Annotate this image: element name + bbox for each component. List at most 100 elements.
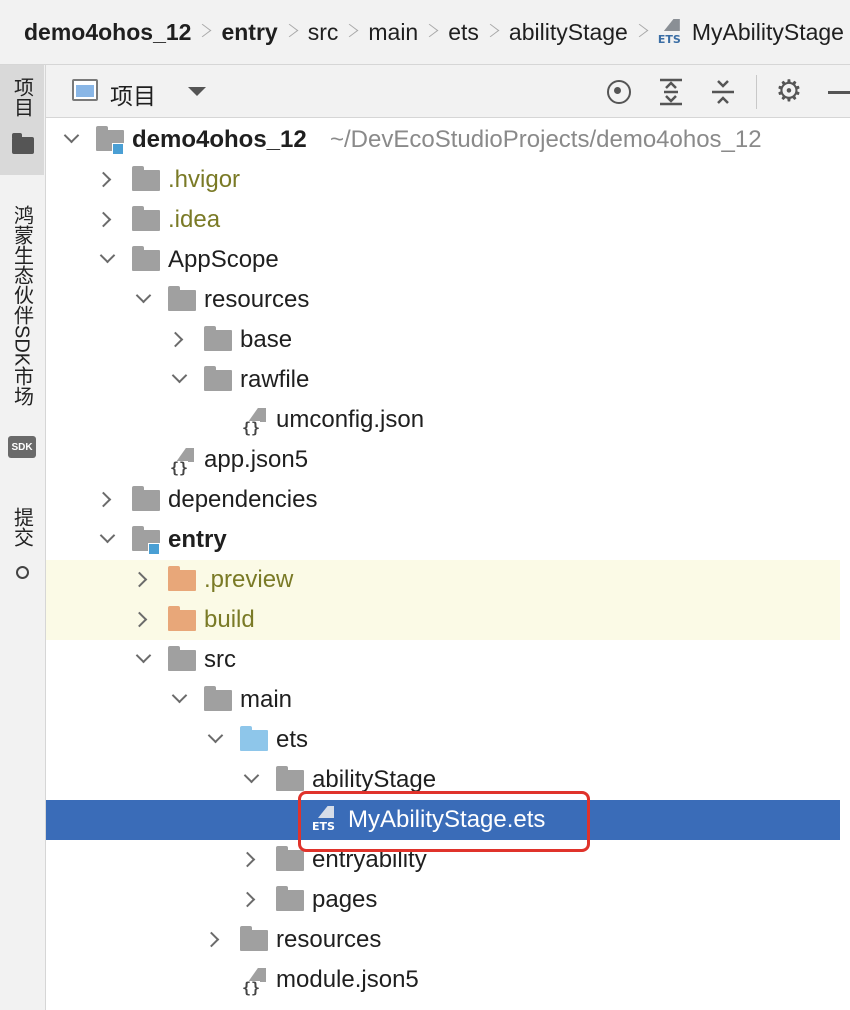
tree-item-label: abilityStage: [312, 766, 437, 793]
breadcrumb-item-main[interactable]: main: [368, 19, 448, 46]
tool-tab-project[interactable]: 项目: [0, 65, 44, 175]
project-panel-header: 项目 ⚙: [46, 65, 850, 118]
tree-item-appjson[interactable]: {} app.json5: [46, 440, 840, 480]
locate-icon[interactable]: [604, 77, 634, 107]
tree-item-label: app.json5: [204, 446, 309, 473]
chevron-right-icon[interactable]: [244, 853, 256, 865]
chevron-down-icon[interactable]: [66, 133, 78, 145]
folder-icon: [132, 166, 160, 191]
tree-item-label: module.json5: [276, 966, 419, 993]
tree-item-build[interactable]: build: [46, 600, 840, 640]
folder-icon: [132, 486, 160, 511]
tree-item-label: .hvigor: [168, 166, 241, 193]
tree-item-rawfile[interactable]: rawfile: [46, 360, 840, 400]
folder-icon: [168, 286, 196, 311]
chevron-right-icon[interactable]: [100, 493, 112, 505]
chevron-down-icon[interactable]: [102, 253, 114, 265]
tree-item-preview[interactable]: .preview: [46, 560, 840, 600]
tree-item-label: build: [204, 606, 255, 633]
toolbar-divider: [756, 75, 757, 109]
collapse-all-icon[interactable]: [708, 77, 738, 107]
tree-item-ets[interactable]: ets: [46, 720, 840, 760]
breadcrumb-label: ets: [448, 18, 479, 45]
breadcrumb-item-src[interactable]: src: [308, 19, 369, 46]
tool-tab-sdk-market[interactable]: 鸿蒙生态伙伴SDK市场: [0, 205, 44, 425]
chevron-down-icon[interactable]: [174, 373, 186, 385]
tree-item-label: dependencies: [168, 486, 318, 513]
breadcrumb-item-abilitystage[interactable]: abilityStage: [509, 19, 658, 46]
chevron-right-icon[interactable]: [136, 573, 148, 585]
tool-tab-label: 项目: [10, 77, 33, 117]
breadcrumb-label: main: [368, 18, 419, 45]
folder-icon: [276, 846, 304, 871]
gear-icon[interactable]: ⚙: [774, 77, 804, 107]
tree-item-label: main: [240, 686, 293, 713]
chevron-right-icon: [284, 20, 296, 44]
tree-item-label: resources: [204, 286, 310, 313]
tree-item-idea[interactable]: .idea: [46, 200, 840, 240]
chevron-down-icon[interactable]: [246, 773, 258, 785]
chevron-right-icon: [197, 20, 209, 44]
chevron-right-icon[interactable]: [208, 933, 220, 945]
chevron-down-icon[interactable]: [188, 87, 206, 96]
tree-item-resources[interactable]: resources: [46, 280, 840, 320]
tree-item-entry[interactable]: entry: [46, 520, 840, 560]
breadcrumb-label: abilityStage: [508, 18, 628, 45]
tree-item-label: demo4ohos_12: [132, 126, 307, 153]
tree-item-pages[interactable]: pages: [46, 880, 840, 920]
chevron-right-icon[interactable]: [136, 613, 148, 625]
folder-icon: [204, 686, 232, 711]
breadcrumb-item-project[interactable]: demo4ohos_12: [0, 19, 221, 46]
breadcrumb-item-file[interactable]: ETS MyAbilityStage: [658, 19, 844, 46]
tree-item-label: .preview: [204, 566, 294, 593]
tree-item-label: resources: [276, 926, 382, 953]
tree-item-src[interactable]: src: [46, 640, 840, 680]
commit-icon: [11, 561, 33, 583]
tree-item-root[interactable]: demo4ohos_12 ~/DevEcoStudioProjects/demo…: [46, 120, 840, 160]
module-badge-icon: [112, 143, 124, 155]
tree-item-label: base: [240, 326, 293, 353]
json-file-icon: {}: [242, 408, 268, 436]
tree-item-umconfig[interactable]: {} umconfig.json: [46, 400, 840, 440]
tree-item-main[interactable]: main: [46, 680, 840, 720]
tool-tab-commit[interactable]: 提交: [0, 507, 44, 555]
hide-icon[interactable]: [828, 91, 850, 94]
chevron-down-icon[interactable]: [138, 293, 150, 305]
breadcrumb: demo4ohos_12 entry src main ets abilityS…: [0, 0, 850, 65]
breadcrumb-label: entry: [221, 18, 278, 45]
tree-item-appscope[interactable]: AppScope: [46, 240, 840, 280]
chevron-down-icon[interactable]: [102, 533, 114, 545]
breadcrumb-item-entry[interactable]: entry: [221, 19, 307, 46]
chevron-down-icon[interactable]: [138, 653, 150, 665]
json-file-icon: {}: [242, 968, 268, 996]
folder-icon: [276, 886, 304, 911]
project-panel-title[interactable]: 项目: [110, 77, 156, 111]
chevron-down-icon[interactable]: [174, 693, 186, 705]
chevron-right-icon[interactable]: [100, 173, 112, 185]
folder-icon: [132, 246, 160, 271]
chevron-right-icon[interactable]: [244, 893, 256, 905]
tree-item-resources-main[interactable]: resources: [46, 920, 840, 960]
expand-all-icon[interactable]: [656, 77, 686, 107]
chevron-right-icon[interactable]: [172, 333, 184, 345]
highlight-annotation: [298, 791, 590, 852]
tree-item-base[interactable]: base: [46, 320, 840, 360]
breadcrumb-label: src: [307, 18, 339, 45]
chevron-right-icon: [424, 20, 436, 44]
tree-item-label: pages: [312, 886, 378, 913]
tree-item-hvigor[interactable]: .hvigor: [46, 160, 840, 200]
ets-file-icon: ETS: [658, 19, 686, 45]
breadcrumb-label: demo4ohos_12: [24, 18, 192, 45]
tree-item-modulejson[interactable]: {} module.json5: [46, 960, 840, 1000]
tree-item-path: ~/DevEcoStudioProjects/demo4ohos_12: [330, 126, 762, 153]
breadcrumb-item-ets[interactable]: ets: [448, 19, 509, 46]
tree-item-label: entry: [168, 526, 227, 553]
folder-icon: [204, 366, 232, 391]
tree-item-label: src: [204, 646, 236, 673]
folder-icon: [240, 926, 268, 951]
tree-item-label: ets: [276, 726, 309, 753]
tree-item-dependencies[interactable]: dependencies: [46, 480, 840, 520]
tool-window-strip: 项目 鸿蒙生态伙伴SDK市场 SDK 提交: [0, 65, 46, 1010]
chevron-down-icon[interactable]: [210, 733, 222, 745]
chevron-right-icon[interactable]: [100, 213, 112, 225]
